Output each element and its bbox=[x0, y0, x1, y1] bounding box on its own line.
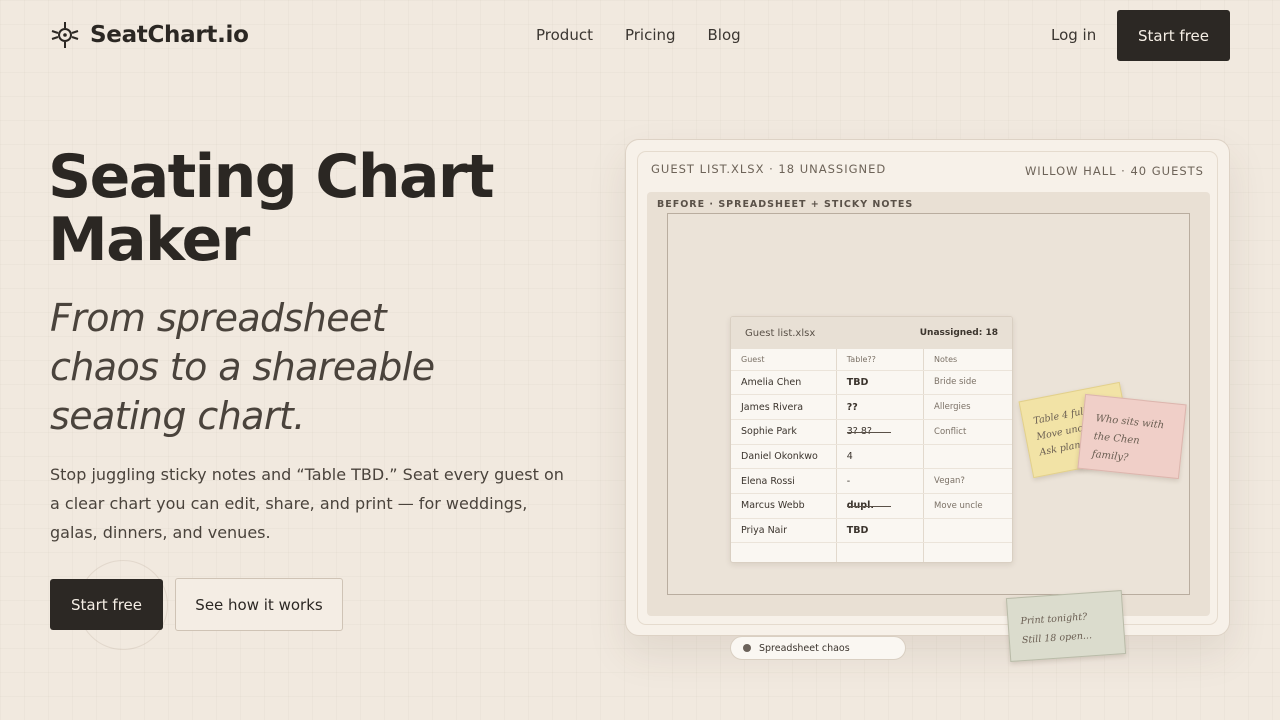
spreadsheet-title: Guest list.xlsx bbox=[745, 327, 816, 339]
guest-cell: Elena Rossi bbox=[731, 468, 837, 494]
guest-cell: Marcus Webb bbox=[731, 493, 837, 519]
notes-cell: Conflict bbox=[923, 419, 1012, 445]
brand-name: SeatChart.io bbox=[90, 22, 249, 48]
table-cell: 4 bbox=[835, 444, 924, 470]
notes-cell bbox=[923, 444, 1012, 470]
seat-chart-logo-icon bbox=[51, 22, 79, 48]
guest-table: Guest Table?? Notes Amelia Chen TBD Brid… bbox=[731, 349, 1012, 562]
table-cell: ?? bbox=[835, 394, 924, 420]
hero-subtitle: From spreadsheet chaos to a shareable se… bbox=[50, 294, 490, 441]
notes-cell: Bride side bbox=[923, 370, 1012, 396]
notes-cell: Allergies bbox=[923, 394, 1012, 420]
login-link[interactable]: Log in bbox=[1051, 26, 1096, 44]
table-row-empty bbox=[731, 542, 1012, 562]
nav-link-product[interactable]: Product bbox=[536, 26, 593, 44]
guest-spreadsheet: Guest list.xlsx Unassigned: 18 Guest Tab… bbox=[730, 316, 1013, 563]
preview-file-meta: GUEST LIST.XLSX · 18 UNASSIGNED bbox=[651, 162, 887, 176]
guest-cell: Amelia Chen bbox=[731, 370, 837, 396]
hero-subtitle-line: chaos to a shareable bbox=[50, 345, 435, 389]
preview-card: GUEST LIST.XLSX · 18 UNASSIGNED WILLOW H… bbox=[625, 139, 1230, 662]
guest-cell: Sophie Park bbox=[731, 419, 837, 445]
guest-cell: Daniel Okonkwo bbox=[731, 444, 837, 470]
status-dot-icon bbox=[743, 644, 751, 652]
nav-link-blog[interactable]: Blog bbox=[708, 26, 741, 44]
hero-start-free-button[interactable]: Start free bbox=[50, 579, 163, 630]
table-cell: dupl. bbox=[835, 493, 924, 519]
see-how-it-works-button[interactable]: See how it works bbox=[175, 578, 343, 631]
column-header-notes: Notes bbox=[923, 349, 1012, 371]
stage-label: BEFORE · SPREADSHEET + STICKY NOTES bbox=[657, 199, 914, 210]
status-pill-label: Spreadsheet chaos bbox=[759, 642, 850, 654]
table-row: Priya Nair TBD bbox=[731, 518, 1012, 544]
column-header-guest: Guest bbox=[731, 349, 837, 371]
table-row: Daniel Okonkwo 4 bbox=[731, 444, 1012, 470]
table-header-row: Guest Table?? Notes bbox=[731, 349, 1012, 371]
table-row: James Rivera ?? Allergies bbox=[731, 394, 1012, 420]
top-nav: SeatChart.io Product Pricing Blog Log in… bbox=[0, 0, 1280, 72]
table-row: Marcus Webb dupl. Move uncle bbox=[731, 493, 1012, 519]
column-header-table: Table?? bbox=[835, 349, 924, 371]
sticky-note-green: Print tonight? Still 18 open... bbox=[1005, 590, 1127, 662]
table-cell: - bbox=[835, 468, 924, 494]
nav-link-pricing[interactable]: Pricing bbox=[625, 26, 676, 44]
nav-start-free-button[interactable]: Start free bbox=[1117, 10, 1230, 61]
table-cell: 3? 8? bbox=[835, 419, 924, 445]
table-cell: TBD bbox=[835, 518, 924, 544]
guest-cell: Priya Nair bbox=[731, 518, 837, 544]
preview-board: Guest list.xlsx Unassigned: 18 Guest Tab… bbox=[667, 213, 1190, 662]
hero-title-line: Seating Chart bbox=[48, 142, 495, 212]
nav-links: Product Pricing Blog bbox=[536, 26, 741, 44]
preview-venue-meta: WILLOW HALL · 40 GUESTS bbox=[1024, 164, 1204, 178]
table-row: Amelia Chen TBD Bride side bbox=[731, 370, 1012, 396]
status-pill: Spreadsheet chaos bbox=[730, 636, 906, 660]
notes-cell: Vegan? bbox=[923, 468, 1012, 494]
hero-subtitle-line: seating chart. bbox=[50, 394, 305, 438]
spreadsheet-header: Guest list.xlsx Unassigned: 18 bbox=[731, 317, 1012, 349]
hero-description: Stop juggling sticky notes and “Table TB… bbox=[50, 465, 564, 542]
sticky-note-pink: Who sits with the Chen family? bbox=[1077, 393, 1187, 480]
brand-logo[interactable]: SeatChart.io bbox=[50, 20, 249, 50]
table-row: Sophie Park 3? 8? Conflict bbox=[731, 419, 1012, 445]
table-cell: TBD bbox=[835, 370, 924, 396]
guest-cell: James Rivera bbox=[731, 394, 837, 420]
hero-title-line: Maker bbox=[48, 205, 250, 275]
notes-cell: Move uncle bbox=[923, 493, 1012, 519]
hero-title: Seating Chart Maker bbox=[48, 146, 568, 272]
notes-cell bbox=[923, 518, 1012, 544]
hero-subtitle-line: From spreadsheet bbox=[50, 296, 387, 340]
table-row: Elena Rossi - Vegan? bbox=[731, 468, 1012, 494]
unassigned-count: Unassigned: 18 bbox=[919, 328, 998, 338]
